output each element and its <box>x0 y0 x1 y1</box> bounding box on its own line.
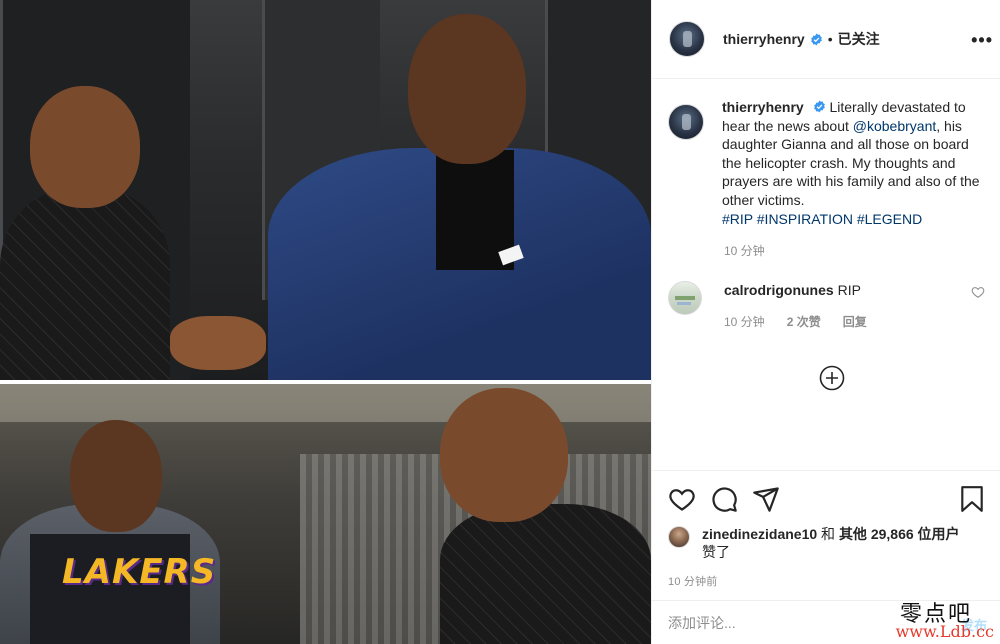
post-sidebar: thierryhenry • 已关注 ••• thierryhenry Lite… <box>651 0 1000 644</box>
add-circle-icon[interactable] <box>819 365 845 391</box>
caption-author-avatar[interactable] <box>668 104 704 140</box>
heart-icon[interactable] <box>668 485 696 513</box>
comment-reply-button[interactable]: 回复 <box>843 313 867 330</box>
person-left-head <box>30 86 140 208</box>
caption-timestamp: 10 分钟 <box>724 244 765 259</box>
person-right-head <box>408 14 526 164</box>
header-separator: • <box>827 31 833 47</box>
post-photo-bottom: LAKERS <box>0 384 651 644</box>
caption-username[interactable]: thierryhenry <box>722 99 804 115</box>
hashtag-link[interactable]: #RIP <box>722 211 753 227</box>
post-actions: zinedinezidane10 和 其他 29,866 位用户 赞了 10 分… <box>652 470 1000 589</box>
comment-item: calrodrigonunes RIP 10 分钟 2 次赞 回复 <box>668 281 985 330</box>
more-options-icon[interactable]: ••• <box>971 30 993 51</box>
watermark-url: www.Ldb.cc <box>895 622 994 641</box>
post-media[interactable]: LAKERS <box>0 0 651 644</box>
jersey-lettering: LAKERS <box>62 552 217 592</box>
post-photo-top <box>0 0 651 380</box>
comment-timestamp: 10 分钟 <box>724 315 765 330</box>
comment-likes-count[interactable]: 2 次赞 <box>787 313 821 330</box>
verified-badge-icon <box>813 100 825 113</box>
liker-username[interactable]: zinedinezidane10 <box>702 526 817 542</box>
likes-summary: zinedinezidane10 和 其他 29,866 位用户 赞了 <box>668 525 985 561</box>
handshake <box>170 316 266 370</box>
likes-others-count[interactable]: 其他 29,866 位用户 <box>839 526 960 542</box>
likes-suffix: 赞了 <box>702 544 730 560</box>
comment-body: calrodrigonunes RIP <box>724 281 867 299</box>
liker-avatar[interactable] <box>668 526 690 548</box>
share-icon[interactable] <box>752 485 780 513</box>
follow-status-button[interactable]: 已关注 <box>838 29 880 49</box>
action-bar <box>668 483 985 515</box>
post-timestamp[interactable]: 10 分钟前 <box>668 573 985 589</box>
likes-conjunction: 和 <box>817 526 839 542</box>
commenter-username[interactable]: calrodrigonunes <box>724 282 834 298</box>
caption-text: thierryhenry Literally devastated to hea… <box>722 98 984 228</box>
person-right-head <box>440 388 568 522</box>
verified-badge-icon <box>810 33 822 45</box>
person-right-jacket <box>440 504 651 644</box>
caption: thierryhenry Literally devastated to hea… <box>668 98 985 228</box>
person-left-head <box>70 420 162 532</box>
author-username[interactable]: thierryhenry <box>723 31 805 47</box>
comment-text: RIP <box>837 282 861 299</box>
bookmark-icon[interactable] <box>959 485 985 513</box>
comment-like-heart-icon[interactable] <box>971 285 985 299</box>
comment-meta: 10 分钟 2 次赞 回复 <box>724 313 867 330</box>
author-avatar[interactable] <box>669 21 705 57</box>
comments-section: thierryhenry Literally devastated to hea… <box>652 80 1000 470</box>
comment-input[interactable] <box>668 614 888 631</box>
person-left-jacket <box>0 190 170 380</box>
commenter-avatar[interactable] <box>668 281 702 316</box>
likes-text: zinedinezidane10 和 其他 29,866 位用户 赞了 <box>702 525 960 561</box>
caption-mention-link[interactable]: @kobebryant <box>853 118 936 134</box>
hashtag-link[interactable]: #LEGEND <box>857 211 922 227</box>
hashtag-link[interactable]: #INSPIRATION <box>757 211 853 227</box>
comment-content: calrodrigonunes RIP 10 分钟 2 次赞 回复 <box>724 281 867 330</box>
post-header: thierryhenry • 已关注 ••• <box>652 0 1000 79</box>
comment-icon[interactable] <box>710 485 738 513</box>
